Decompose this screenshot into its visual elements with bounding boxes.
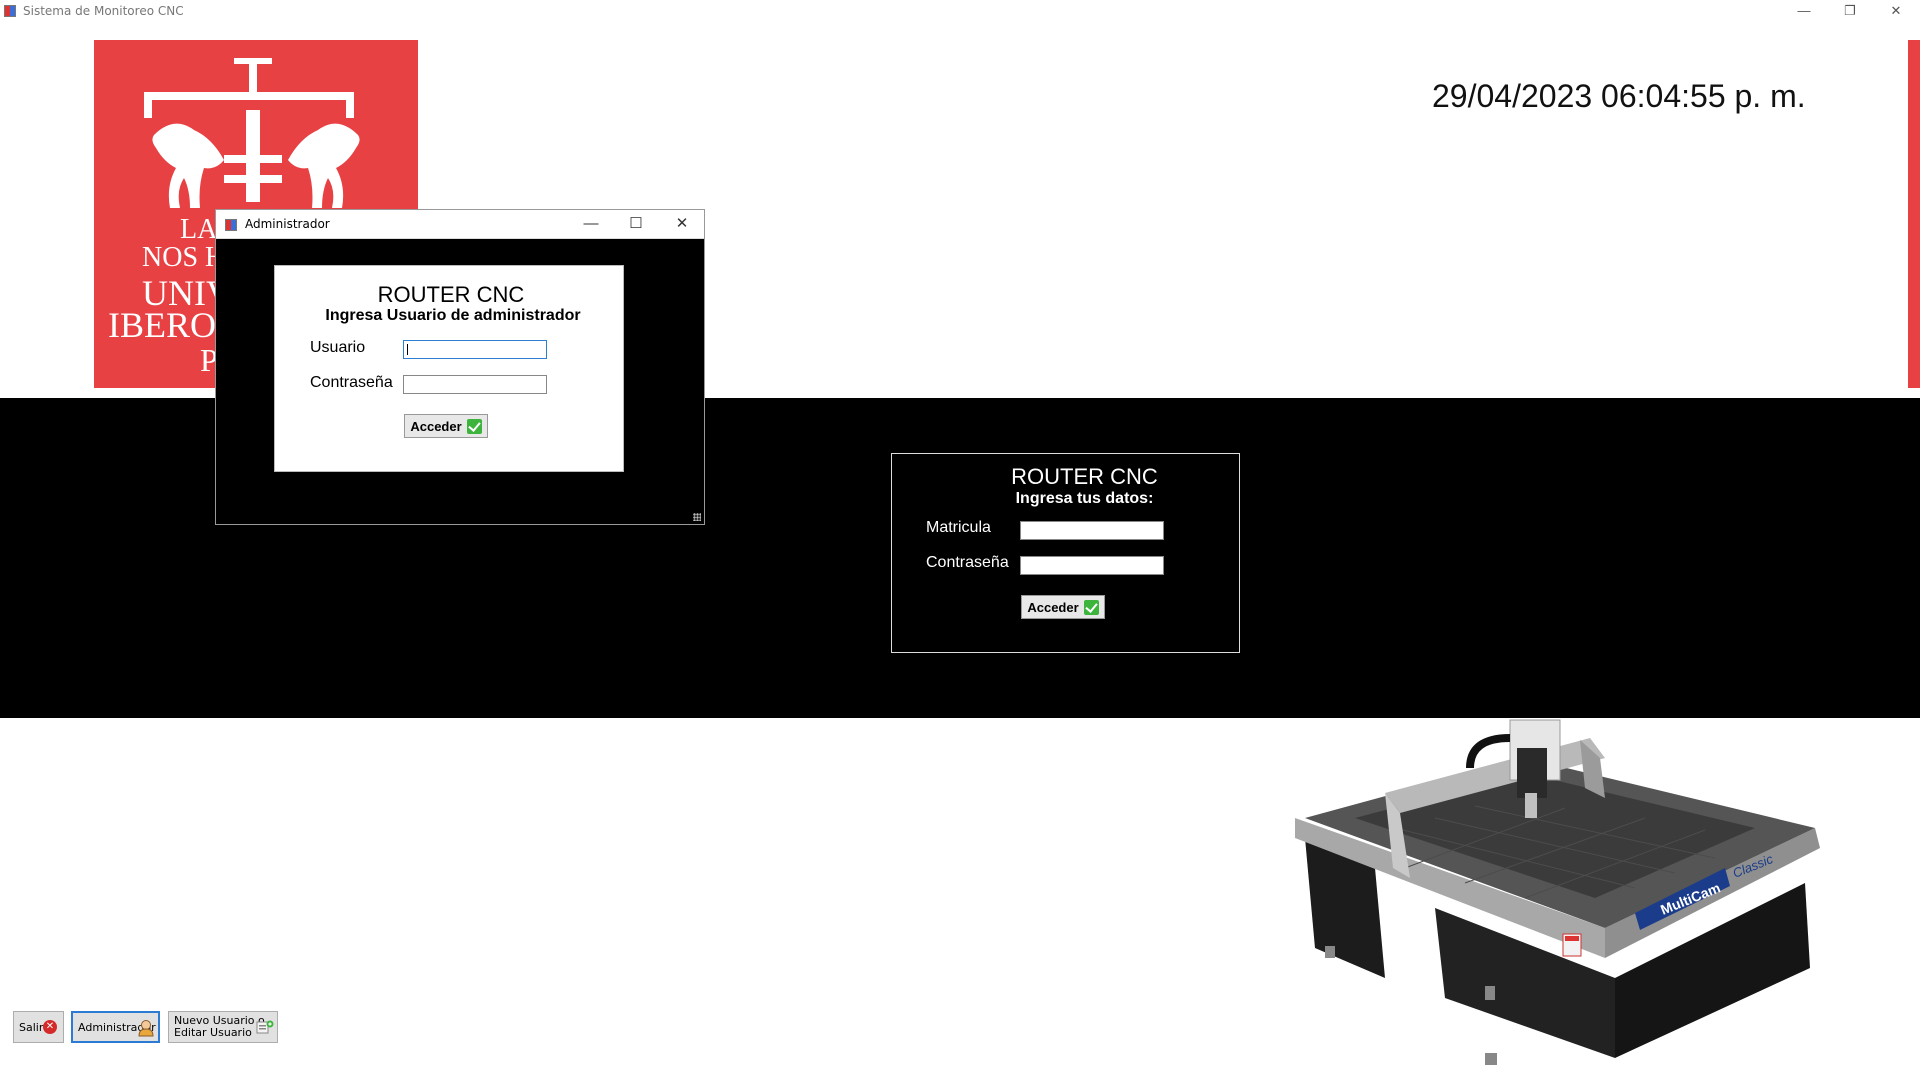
admin-acceder-label: Acceder — [410, 418, 462, 434]
admin-password-label: Contraseña — [310, 374, 393, 391]
dialog-maximize-button[interactable]: ☐ — [613, 210, 659, 238]
admin-user-input[interactable] — [403, 340, 547, 359]
text-caret — [407, 344, 408, 355]
resize-grip[interactable] — [693, 513, 701, 521]
admin-login-panel: ROUTER CNC Ingresa Usuario de administra… — [274, 265, 624, 472]
dialog-app-icon — [225, 219, 237, 231]
nuevo-usuario-label: Nuevo Usuario o Editar Usuario — [174, 1015, 265, 1039]
nuevo-usuario-button[interactable]: Nuevo Usuario o Editar Usuario — [168, 1011, 278, 1043]
matricula-input[interactable] — [1020, 521, 1164, 540]
user-icon — [138, 1020, 154, 1037]
salir-label: Salir — [19, 1020, 44, 1034]
admin-dialog: Administrador — ☐ ✕ ROUTER CNC Ingresa U… — [215, 209, 705, 525]
acceder-button[interactable]: Acceder — [1021, 595, 1105, 619]
admin-panel-title: ROUTER CNC — [377, 282, 525, 307]
login-title: ROUTER CNC — [1011, 464, 1158, 489]
login-subtitle: Ingresa tus datos: — [1015, 490, 1154, 507]
logo-text-line: NOS H — [142, 242, 226, 273]
app-icon — [4, 5, 16, 17]
admin-user-label: Usuario — [310, 339, 366, 356]
minimize-button[interactable]: — — [1781, 0, 1827, 24]
restore-button[interactable]: ❐ — [1827, 0, 1873, 24]
side-accent — [1908, 40, 1920, 388]
window-title: Sistema de Monitoreo CNC — [23, 4, 184, 18]
salir-button[interactable]: Salir ✕ — [13, 1011, 64, 1043]
nuevo-label-line2: Editar Usuario — [174, 1026, 252, 1039]
matricula-label: Matricula — [926, 519, 991, 536]
dialog-close-button[interactable]: ✕ — [659, 210, 705, 238]
dialog-titlebar[interactable]: Administrador — ☐ ✕ — [216, 210, 704, 239]
main-titlebar: Sistema de Monitoreo CNC — ❐ ✕ — [0, 0, 1920, 24]
close-circle-icon: ✕ — [43, 1020, 57, 1034]
check-icon — [1083, 599, 1099, 615]
admin-acceder-button[interactable]: Acceder — [404, 414, 488, 438]
password-input[interactable] — [1020, 556, 1164, 575]
close-button[interactable]: ✕ — [1873, 0, 1919, 24]
check-icon — [466, 418, 482, 434]
add-user-icon — [256, 1020, 274, 1034]
admin-panel-subtitle: Ingresa Usuario de administrador — [325, 307, 581, 324]
datetime-display: 29/04/2023 06:04:55 p. m. — [1432, 78, 1806, 114]
administrador-button[interactable]: Administrador — [71, 1011, 160, 1043]
login-panel: ROUTER CNC Ingresa tus datos: Matricula … — [891, 453, 1240, 653]
dialog-title: Administrador — [245, 217, 330, 231]
cnc-router-image: MultiCam Classic — [1295, 719, 1820, 1065]
acceder-label: Acceder — [1027, 599, 1079, 615]
dialog-minimize-button[interactable]: — — [568, 210, 614, 238]
admin-password-input[interactable] — [403, 375, 547, 394]
password-label: Contraseña — [926, 554, 1009, 571]
